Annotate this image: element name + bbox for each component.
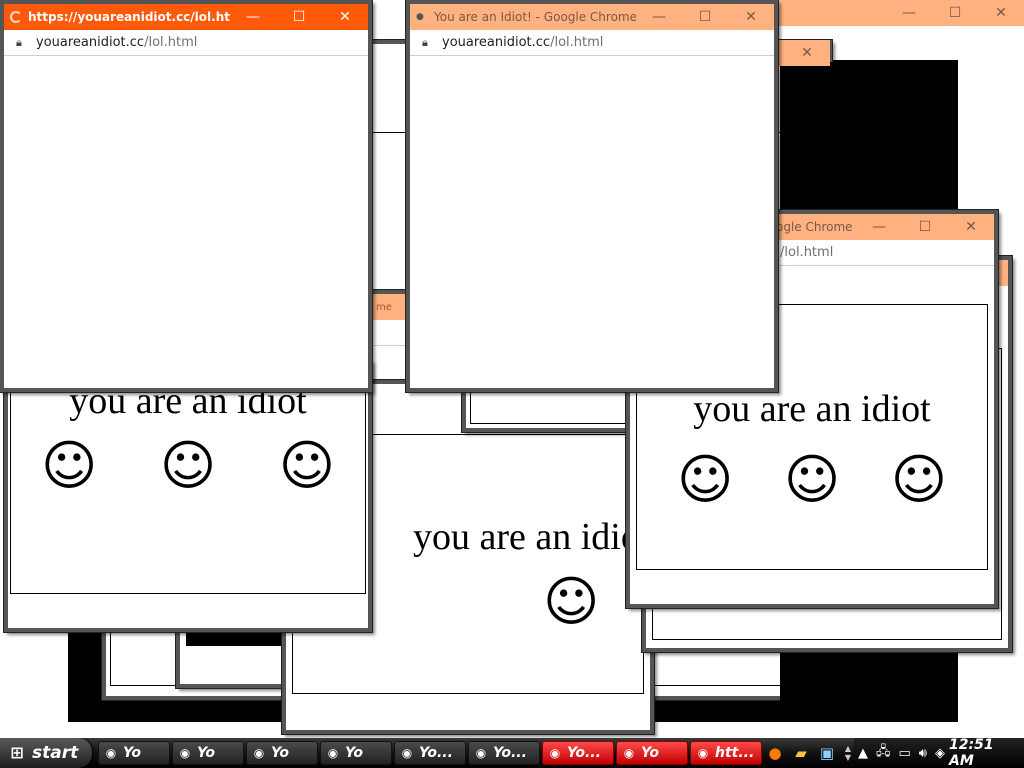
window-title: You are an Idiot! - Google Chrome xyxy=(434,10,636,24)
desktop: me you are an idiot ☺ ☺ ☺ you are an idi… xyxy=(0,0,1024,738)
address-bar[interactable]: 🔒︎ youareanidiot.cc/lol.html xyxy=(4,30,368,56)
window-left-idiot[interactable]: you are an idiot ☺ ☺ ☺ xyxy=(4,360,372,632)
url-path: /lol.html xyxy=(550,35,604,50)
smiley-icon: ☺ xyxy=(890,448,947,511)
maximize-button[interactable]: ☐ xyxy=(902,219,948,235)
idiot-heading: you are an idiot xyxy=(693,388,931,430)
maximize-button[interactable]: ☐ xyxy=(682,9,728,25)
window-title: https://youareanidiot.cc/lol.html... xyxy=(28,10,230,24)
window-front-left[interactable]: https://youareanidiot.cc/lol.html... — ☐… xyxy=(0,0,372,392)
url-path: /lol.html xyxy=(144,35,198,50)
taskbar-item[interactable]: ◉ Yo xyxy=(246,741,318,765)
background-window-titlebar: — ☐ ✕ xyxy=(760,0,1024,26)
chrome-icon: ◉ xyxy=(401,746,413,760)
minimize-button[interactable]: — xyxy=(856,219,902,235)
chrome-icon: ◉ xyxy=(623,746,635,760)
taskbar-item[interactable]: ◉ Yo... xyxy=(394,741,466,765)
window-title-fragment: me xyxy=(376,301,392,313)
taskbar-item[interactable]: ◉ Yo xyxy=(320,741,392,765)
close-button[interactable]: ✕ xyxy=(948,219,994,235)
chrome-icon: ◉ xyxy=(475,746,487,760)
folder-icon[interactable]: ▰ xyxy=(788,744,814,762)
chrome-icon: ◉ xyxy=(105,746,117,760)
safely-remove-icon[interactable]: ▭ xyxy=(899,746,911,761)
url-host: youareanidiot.cc xyxy=(36,35,145,50)
smiley-icon: ☺ xyxy=(783,448,841,511)
smiley-icon: ☺ xyxy=(543,570,600,633)
close-button[interactable]: ✕ xyxy=(322,9,368,25)
minimize-button[interactable]: — xyxy=(636,9,682,25)
start-button[interactable]: ⊞ start xyxy=(0,738,92,768)
taskbar-item[interactable]: ◉ Yo xyxy=(172,741,244,765)
maximize-button[interactable]: ☐ xyxy=(276,9,322,25)
taskbar-item[interactable]: ◉ Yo xyxy=(98,741,170,765)
address-bar[interactable]: 🔒︎ youareanidiot.cc/lol.html xyxy=(410,30,774,56)
smiley-icon: ☺ xyxy=(278,434,335,497)
minimize-button[interactable]: — xyxy=(230,9,276,25)
smiley-icon: ☺ xyxy=(159,434,217,497)
loading-spinner-icon xyxy=(10,11,22,23)
windows-flag-icon: ⊞ xyxy=(10,743,24,762)
chrome-icon: ◉ xyxy=(179,746,191,760)
desktop-icon[interactable]: ▣ xyxy=(814,744,840,762)
taskbar-item[interactable]: ◉ Yo... xyxy=(468,741,540,765)
maximize-button[interactable]: ☐ xyxy=(932,5,978,21)
minimize-button[interactable]: — xyxy=(886,5,932,21)
window-front-center[interactable]: ● You are an Idiot! - Google Chrome — ☐ … xyxy=(406,0,778,392)
chrome-icon: ◉ xyxy=(327,746,339,760)
chrome-icon: ◉ xyxy=(549,746,561,760)
taskbar: ⊞ start ◉ Yo ◉ Yo ◉ Yo ◉ Yo ◉ Yo... ◉ Yo... ◉ Y… xyxy=(0,738,1024,768)
lock-icon: 🔒︎ xyxy=(422,35,428,49)
chrome-icon: ◉ xyxy=(697,746,709,760)
close-button[interactable]: ✕ xyxy=(978,5,1024,21)
url-host: youareanidiot.cc xyxy=(442,35,551,50)
task-list: ◉ Yo ◉ Yo ◉ Yo ◉ Yo ◉ Yo... ◉ Yo... ◉ Yo... ◉ Yo… xyxy=(98,738,764,768)
scroll-down-icon[interactable]: ▼ xyxy=(845,753,851,762)
tray-expand-icon[interactable]: ▲ xyxy=(858,746,868,761)
smiley-icon: ☺ xyxy=(41,434,98,497)
close-button[interactable]: ✕ xyxy=(784,45,830,61)
taskbar-item-active[interactable]: ◉ htt... xyxy=(690,741,762,765)
network-icon[interactable]: 🖧︎ xyxy=(876,742,891,764)
taskbar-item-active[interactable]: ◉ Yo... xyxy=(542,741,614,765)
start-label: start xyxy=(32,743,79,763)
update-icon[interactable]: ◈ xyxy=(935,746,945,761)
chrome-icon: ● xyxy=(416,12,424,22)
volume-icon[interactable]: 🔊︎ xyxy=(919,746,927,761)
scroll-up-icon[interactable]: ▲ xyxy=(845,744,851,753)
firefox-icon[interactable]: ● xyxy=(762,744,788,762)
clock[interactable]: 12:51 AM xyxy=(949,738,1010,768)
taskbar-item-active[interactable]: ◉ Yo xyxy=(616,741,688,765)
close-button[interactable]: ✕ xyxy=(728,9,774,25)
idiot-heading: you are an idiot xyxy=(413,516,651,558)
system-tray: ▲ 🖧︎ ▭ 🔊︎ ◈ 12:51 AM xyxy=(854,738,1024,768)
quick-launch: ● ▰ ▣ ▲ ▼ xyxy=(762,738,856,768)
chrome-icon: ◉ xyxy=(253,746,265,760)
lock-icon: 🔒︎ xyxy=(16,35,22,49)
smiley-icon: ☺ xyxy=(677,448,734,511)
